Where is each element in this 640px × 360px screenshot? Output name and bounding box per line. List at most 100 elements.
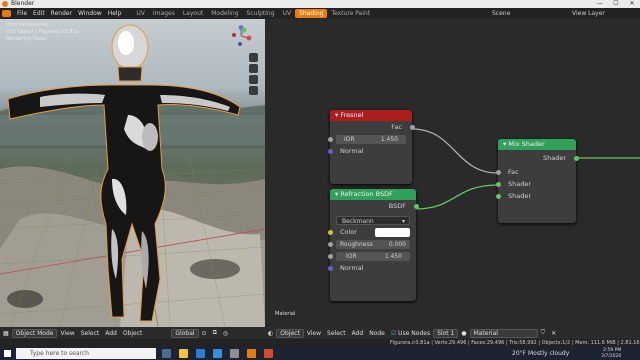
- menu-select[interactable]: Select: [324, 330, 349, 337]
- close-button[interactable]: ✕: [624, 0, 640, 8]
- proportional-edit-icon[interactable]: ◎: [220, 330, 231, 337]
- mix-shader-node[interactable]: ▾ Mix Shader Shader Fac Shader Shader: [495, 139, 579, 223]
- refraction-bsdf-node[interactable]: ▾ Refraction BSDF BSDF Beckmann ▾ Color …: [327, 189, 419, 301]
- blender-taskbar-icon[interactable]: [247, 349, 256, 358]
- roughness-field[interactable]: Roughness 0.000: [336, 239, 410, 249]
- shader-node-editor[interactable]: ▾ Fresnel Fac IOR 1.450 Normal ▾ Refract…: [265, 19, 640, 327]
- menu-view[interactable]: View: [304, 330, 324, 337]
- menu-object[interactable]: Object: [120, 330, 146, 337]
- distribution-dropdown[interactable]: Beckmann ▾: [336, 215, 410, 225]
- refraction-output-row: BSDF: [330, 200, 419, 212]
- windows-start-icon[interactable]: [4, 350, 11, 357]
- navigation-gizmo-icon[interactable]: [230, 25, 252, 47]
- app-icon[interactable]: [264, 349, 273, 358]
- refraction-node-title: Refraction BSDF: [340, 190, 393, 198]
- workspace-tab-uv-2[interactable]: UV: [279, 9, 296, 18]
- use-nodes-checkbox[interactable]: ☑ Use Nodes: [388, 330, 433, 337]
- workspace-tab-shading[interactable]: Shading: [295, 9, 328, 18]
- color-input-socket[interactable]: [327, 229, 333, 235]
- snap-icon[interactable]: ⧉: [210, 329, 220, 337]
- ior-field[interactable]: IOR 1.450: [336, 134, 406, 144]
- menu-render[interactable]: Render: [48, 10, 75, 17]
- minimize-button[interactable]: —: [592, 0, 608, 8]
- file-explorer-icon[interactable]: [179, 349, 188, 358]
- collapse-chevron-icon[interactable]: ▾: [335, 190, 338, 198]
- fresnel-output-row: Fac: [330, 121, 415, 133]
- top-menubar: File Edit Render Window Help UV Images L…: [0, 8, 640, 19]
- normal-input-socket[interactable]: [327, 265, 333, 271]
- material-browse-icon[interactable]: ●: [458, 330, 469, 337]
- fac-output-label: Fac: [391, 123, 402, 131]
- zoom-icon[interactable]: [249, 53, 258, 62]
- unlink-icon[interactable]: ✕: [548, 330, 559, 337]
- shader-input-socket[interactable]: [495, 193, 501, 199]
- refraction-node-header[interactable]: ▾ Refraction BSDF: [330, 189, 416, 200]
- workspace-tab-sculpting[interactable]: Sculpting: [243, 9, 279, 18]
- refraction-normal-row: Normal: [327, 262, 416, 274]
- ior-input-socket[interactable]: [327, 136, 333, 142]
- fac-output-socket[interactable]: [409, 124, 415, 130]
- fac-input-socket[interactable]: [495, 169, 501, 175]
- store-icon[interactable]: [230, 349, 239, 358]
- 3d-viewport[interactable]: User Perspective (10) Object | Figurora.…: [0, 19, 265, 327]
- view-layer-selector[interactable]: View Layer: [572, 10, 605, 17]
- workspace-tab-layout[interactable]: Layout: [179, 9, 207, 18]
- menu-file[interactable]: File: [14, 10, 30, 17]
- overlay-line: User Perspective: [6, 22, 48, 28]
- menu-node[interactable]: Node: [366, 330, 388, 337]
- shader-type-dropdown[interactable]: Object: [276, 328, 304, 338]
- maximize-button[interactable]: ☐: [608, 0, 624, 8]
- menu-select[interactable]: Select: [78, 330, 103, 337]
- ior-field[interactable]: IOR 1.450: [336, 251, 410, 261]
- pan-hand-icon[interactable]: [249, 64, 258, 73]
- roughness-label: Roughness: [340, 240, 373, 248]
- menu-help[interactable]: Help: [105, 10, 125, 17]
- transform-orientation-dropdown[interactable]: Global: [171, 328, 199, 338]
- blender-menu-icon[interactable]: [2, 10, 11, 17]
- weather-status[interactable]: 20°F Mostly cloudy: [512, 347, 569, 360]
- window-titlebar: Blender — ☐ ✕: [0, 0, 640, 8]
- editor-type-icon[interactable]: ▦: [0, 330, 12, 337]
- menu-add[interactable]: Add: [102, 330, 120, 337]
- pivot-icon[interactable]: ⊙: [199, 330, 210, 337]
- distribution-row: Beckmann ▾: [330, 214, 416, 226]
- collapse-chevron-icon[interactable]: ▾: [503, 140, 506, 148]
- workspace-tab-images[interactable]: Images: [149, 9, 179, 18]
- material-name-field[interactable]: Material: [469, 328, 538, 338]
- shader-output-socket[interactable]: [573, 155, 579, 161]
- viewport-overlay-text: User Perspective (10) Object | Figurora.…: [6, 22, 79, 43]
- menu-edit[interactable]: Edit: [30, 10, 48, 17]
- mail-icon[interactable]: [213, 349, 222, 358]
- fresnel-node[interactable]: ▾ Fresnel Fac IOR 1.450 Normal: [327, 110, 415, 184]
- fresnel-node-header[interactable]: ▾ Fresnel: [330, 110, 412, 121]
- edge-icon[interactable]: [196, 349, 205, 358]
- slot-dropdown[interactable]: Slot 1: [433, 328, 459, 338]
- mix-node-header[interactable]: ▾ Mix Shader: [498, 139, 576, 150]
- scene-selector[interactable]: Scene: [492, 10, 510, 17]
- collapse-chevron-icon[interactable]: ▾: [335, 111, 338, 119]
- normal-input-socket[interactable]: [327, 148, 333, 154]
- camera-view-icon[interactable]: [249, 75, 258, 84]
- menu-window[interactable]: Window: [75, 10, 105, 17]
- roughness-input-socket[interactable]: [327, 241, 333, 247]
- node-links: [411, 128, 640, 210]
- taskbar-search-input[interactable]: Type here to search: [16, 348, 156, 359]
- bsdf-output-socket[interactable]: [413, 203, 419, 209]
- object-mode-dropdown[interactable]: Object Mode: [11, 328, 58, 338]
- ior-input-socket[interactable]: [327, 253, 333, 259]
- color-swatch[interactable]: [375, 227, 410, 237]
- editor-type-icon[interactable]: ◐: [265, 330, 276, 337]
- shader-input-socket[interactable]: [495, 181, 501, 187]
- workspace-tab-uv[interactable]: UV: [132, 9, 149, 18]
- fake-user-icon[interactable]: ⛉: [538, 329, 549, 337]
- clock-date: 3/7/2020: [601, 353, 622, 359]
- fac-input-label: Fac: [508, 168, 519, 176]
- taskbar-clock[interactable]: 2:59 PM 3/7/2020: [601, 348, 621, 359]
- workspace-tab-texture-paint[interactable]: Texture Paint: [327, 9, 374, 18]
- menu-view[interactable]: View: [57, 330, 77, 337]
- task-view-icon[interactable]: [162, 349, 171, 358]
- menu-add[interactable]: Add: [349, 330, 367, 337]
- workspace-tab-modeling[interactable]: Modeling: [207, 9, 242, 18]
- perspective-toggle-icon[interactable]: [249, 86, 258, 95]
- taskbar-apps: [162, 349, 281, 358]
